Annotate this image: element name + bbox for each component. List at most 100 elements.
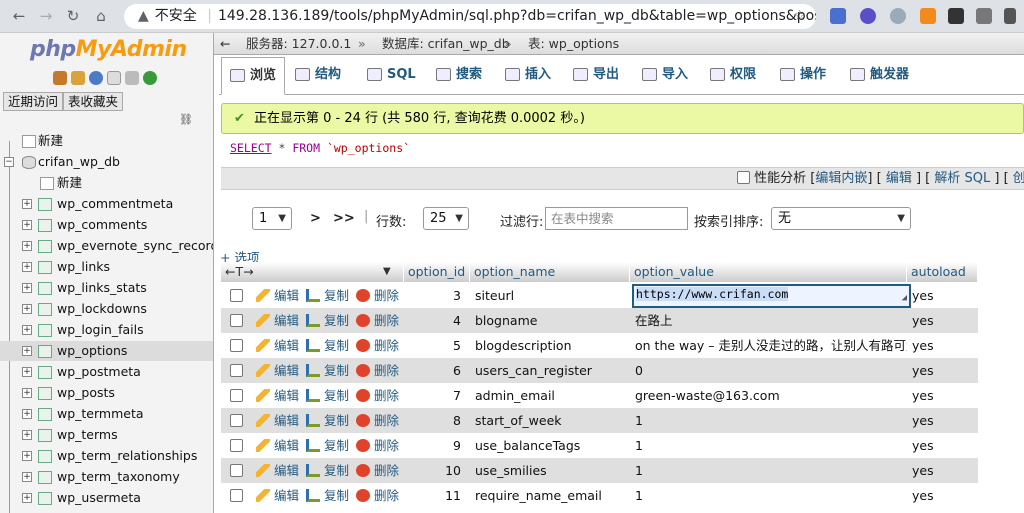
edit-row-button[interactable]: 编辑 — [256, 358, 299, 383]
inline-edit-textarea[interactable]: https://www.crifan.com ◢ — [632, 284, 911, 308]
sort-by-key-select[interactable]: 无 ▼ — [771, 207, 911, 230]
copy-row-button[interactable]: 复制 — [306, 433, 349, 458]
option-id-cell[interactable]: 5 — [404, 333, 461, 358]
option-value-cell[interactable]: 在路上 — [635, 308, 907, 333]
extension-purple-icon[interactable] — [860, 8, 876, 24]
page-select[interactable]: 1 ▼ — [252, 207, 292, 230]
reload-navigation-icon[interactable] — [143, 71, 157, 85]
expand-icon[interactable]: + — [22, 241, 32, 251]
tab-browse[interactable]: 浏览 — [221, 57, 285, 95]
home-icon[interactable] — [53, 71, 67, 85]
collapse-nav-icon[interactable]: ← — [220, 33, 230, 55]
copy-row-button[interactable]: 复制 — [306, 408, 349, 433]
home-icon[interactable]: ⌂ — [90, 6, 112, 26]
qr-code-icon[interactable] — [948, 8, 964, 24]
dropdown-icon[interactable]: ▼ — [383, 262, 391, 282]
option-name-cell[interactable]: blogdescription — [475, 333, 629, 358]
create-php-link[interactable]: 创建 P — [1013, 171, 1024, 186]
sidebar-table-item[interactable]: + wp_terms — [0, 425, 213, 445]
option-value-cell[interactable]: 1 — [635, 483, 907, 508]
row-checkbox[interactable] — [230, 414, 243, 427]
delete-row-button[interactable]: 删除 — [356, 283, 399, 308]
option-id-cell[interactable]: 7 — [404, 383, 461, 408]
delete-row-button[interactable]: 删除 — [356, 308, 399, 333]
expand-icon[interactable]: + — [22, 409, 32, 419]
sidebar-table-item[interactable]: + wp_postmeta — [0, 362, 213, 382]
edit-row-button[interactable]: 编辑 — [256, 408, 299, 433]
row-checkbox[interactable] — [230, 314, 243, 327]
favorites-tab[interactable]: 表收藏夹 — [63, 92, 124, 111]
delete-row-button[interactable]: 删除 — [356, 383, 399, 408]
sidebar-table-item[interactable]: + wp_comments — [0, 215, 213, 235]
profiling-checkbox[interactable] — [737, 171, 750, 184]
settings-icon[interactable] — [125, 71, 139, 85]
address-bar[interactable]: ▲ 不安全 | 149.28.136.189/tools/phpMyAdmin/sq… — [124, 4, 816, 29]
copy-row-button[interactable]: 复制 — [306, 333, 349, 358]
header-option-value[interactable]: option_value — [630, 262, 907, 282]
tab-sql[interactable]: SQL — [359, 57, 416, 95]
delete-row-button[interactable]: 删除 — [356, 483, 399, 508]
delete-row-button[interactable]: 删除 — [356, 358, 399, 383]
autoload-cell[interactable]: yes — [912, 333, 972, 358]
autoload-cell[interactable]: yes — [912, 308, 972, 333]
autoload-cell[interactable]: yes — [912, 458, 972, 483]
expand-icon[interactable]: + — [22, 220, 32, 230]
sidebar-table-item[interactable]: + wp_posts — [0, 383, 213, 403]
option-id-cell[interactable]: 6 — [404, 358, 461, 383]
expand-icon[interactable]: + — [22, 451, 32, 461]
option-value-cell[interactable]: 1 — [635, 408, 907, 433]
option-id-cell[interactable]: 3 — [404, 283, 461, 308]
autoload-cell[interactable]: yes — [912, 483, 972, 508]
forward-icon[interactable]: → — [35, 6, 57, 26]
tab-export[interactable]: 导出 — [565, 57, 619, 95]
tree-item-new-table[interactable]: 新建 — [0, 173, 213, 193]
expand-icon[interactable]: + — [22, 388, 32, 398]
option-id-cell[interactable]: 9 — [404, 433, 461, 458]
sidebar-table-item[interactable]: + wp_links_stats — [0, 278, 213, 298]
expand-icon[interactable]: + — [22, 304, 32, 314]
extension-orange-icon[interactable] — [920, 8, 936, 24]
sidebar-table-item[interactable]: + wp_term_relationships — [0, 446, 213, 466]
edit-row-button[interactable]: 编辑 — [256, 433, 299, 458]
autoload-cell[interactable]: yes — [912, 283, 972, 308]
delete-row-button[interactable]: 删除 — [356, 333, 399, 358]
copy-row-button[interactable]: 复制 — [306, 283, 349, 308]
copy-row-button[interactable]: 复制 — [306, 308, 349, 333]
delete-row-button[interactable]: 删除 — [356, 458, 399, 483]
edit-row-button[interactable]: 编辑 — [256, 383, 299, 408]
tab-triggers[interactable]: 触发器 — [842, 57, 909, 95]
tab-privileges[interactable]: 权限 — [702, 57, 756, 95]
tab-insert[interactable]: 插入 — [497, 57, 551, 95]
header-autoload[interactable]: autoload — [907, 262, 978, 282]
edit-row-button[interactable]: 编辑 — [256, 333, 299, 358]
option-name-cell[interactable]: blogname — [475, 308, 629, 333]
expand-icon[interactable]: + — [22, 199, 32, 209]
filter-rows-input[interactable]: 在表中搜索 — [545, 207, 688, 230]
autoload-cell[interactable]: yes — [912, 408, 972, 433]
header-option-name[interactable]: option_name — [470, 262, 630, 282]
link-with-main-icon[interactable]: ⛓ — [179, 113, 193, 126]
expand-icon[interactable]: + — [22, 430, 32, 440]
option-name-cell[interactable]: siteurl — [475, 283, 629, 308]
option-name-cell[interactable]: require_name_email — [475, 483, 629, 508]
logout-icon[interactable] — [71, 71, 85, 85]
breadcrumb-server[interactable]: 服务器: 127.0.0.1 — [246, 33, 351, 55]
sidebar-table-item[interactable]: + wp_term_taxonomy — [0, 467, 213, 487]
extension-jh-icon[interactable] — [830, 8, 846, 24]
last-page-button[interactable]: >> — [333, 211, 355, 226]
row-checkbox[interactable] — [230, 289, 243, 302]
edit-link[interactable]: 编辑 — [886, 171, 912, 186]
edit-row-button[interactable]: 编辑 — [256, 308, 299, 333]
option-name-cell[interactable]: use_balanceTags — [475, 433, 629, 458]
breadcrumb-table[interactable]: 表: wp_options — [528, 33, 619, 55]
sidebar-table-item[interactable]: + wp_usermeta — [0, 488, 213, 508]
sidebar-table-item[interactable]: + wp_links — [0, 257, 213, 277]
expand-icon[interactable]: + — [22, 367, 32, 377]
expand-icon[interactable]: + — [22, 346, 32, 356]
expand-icon[interactable]: + — [22, 283, 32, 293]
expand-icon[interactable]: + — [22, 262, 32, 272]
sidebar-table-item[interactable]: + wp_options — [0, 341, 213, 361]
option-name-cell[interactable]: use_smilies — [475, 458, 629, 483]
option-name-cell[interactable]: users_can_register — [475, 358, 629, 383]
expand-icon[interactable]: + — [22, 472, 32, 482]
